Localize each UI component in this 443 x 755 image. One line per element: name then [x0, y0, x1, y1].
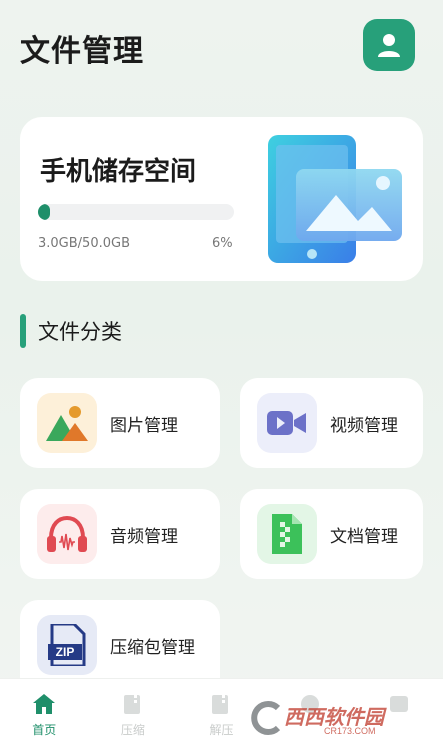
- watermark-subtext: CR173.COM: [324, 725, 376, 736]
- tools-icon: [389, 696, 408, 712]
- storage-used-text: 3.0GB/50.0GB: [38, 236, 130, 251]
- watermark-logo: 西西软件园 CR173.COM: [248, 700, 384, 736]
- extract-icon: [212, 695, 229, 714]
- category-audio[interactable]: 音频管理: [20, 489, 220, 579]
- tab-home[interactable]: 首页: [0, 679, 89, 755]
- headphones-icon: [37, 504, 97, 564]
- category-zip[interactable]: ZIP 压缩包管理: [20, 600, 220, 678]
- image-icon: [37, 393, 97, 453]
- watermark-c-icon: [251, 701, 281, 735]
- category-label: 音频管理: [110, 526, 178, 547]
- user-icon: [378, 34, 400, 57]
- tab-compress[interactable]: 压缩: [89, 679, 178, 755]
- tab-label: 首页: [32, 723, 57, 737]
- phone-illustration-icon: [268, 135, 402, 263]
- section-header: 文件分类: [20, 314, 122, 348]
- category-video[interactable]: 视频管理: [240, 378, 423, 468]
- video-icon: [257, 393, 317, 453]
- category-label: 图片管理: [110, 415, 178, 436]
- profile-button[interactable]: [363, 19, 415, 71]
- storage-title: 手机储存空间: [40, 157, 197, 187]
- category-image[interactable]: 图片管理: [20, 378, 220, 468]
- section-accent-bar: [20, 314, 26, 348]
- category-label: 文档管理: [330, 526, 398, 547]
- document-icon: [257, 504, 317, 564]
- zip-icon: ZIP: [37, 615, 97, 675]
- section-label: 文件分类: [38, 320, 122, 344]
- page-title: 文件管理: [20, 34, 144, 69]
- home-icon: [33, 694, 56, 714]
- category-label: 视频管理: [330, 415, 398, 436]
- category-label: 压缩包管理: [110, 637, 195, 658]
- storage-card[interactable]: 手机储存空间 3.0GB/50.0GB 6%: [20, 117, 423, 281]
- svg-text:ZIP: ZIP: [56, 645, 75, 659]
- storage-progress-bar: [38, 204, 234, 220]
- storage-progress-fill: [38, 204, 50, 220]
- tab-label: 压缩: [120, 723, 145, 737]
- category-document[interactable]: 文档管理: [240, 489, 423, 579]
- storage-percent-text: 6%: [212, 236, 233, 251]
- tab-label: 解压: [209, 723, 234, 737]
- compress-icon: [123, 695, 140, 714]
